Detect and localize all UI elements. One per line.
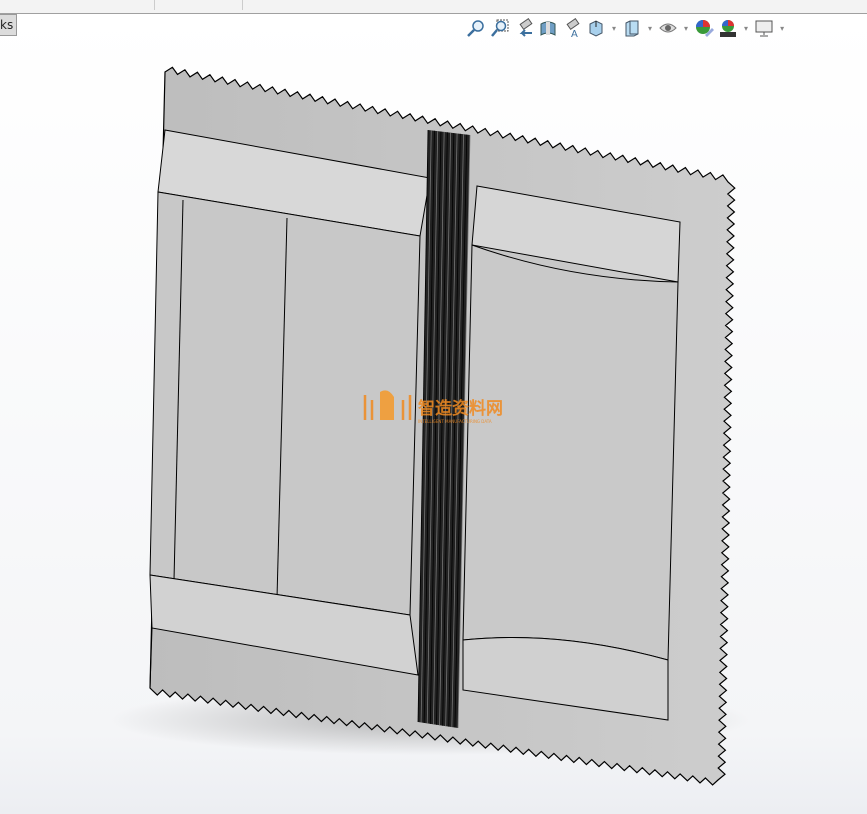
left-pouch (149, 191, 421, 616)
3d-model-tea-bag[interactable]: 智造资料网 INTELLIGENT MANUFACTURING DATA (0, 0, 867, 814)
svg-text:智造资料网: 智造资料网 (418, 398, 503, 419)
svg-text:INTELLIGENT MANUFACTURING DATA: INTELLIGENT MANUFACTURING DATA (418, 419, 492, 424)
right-pouch (462, 244, 679, 661)
